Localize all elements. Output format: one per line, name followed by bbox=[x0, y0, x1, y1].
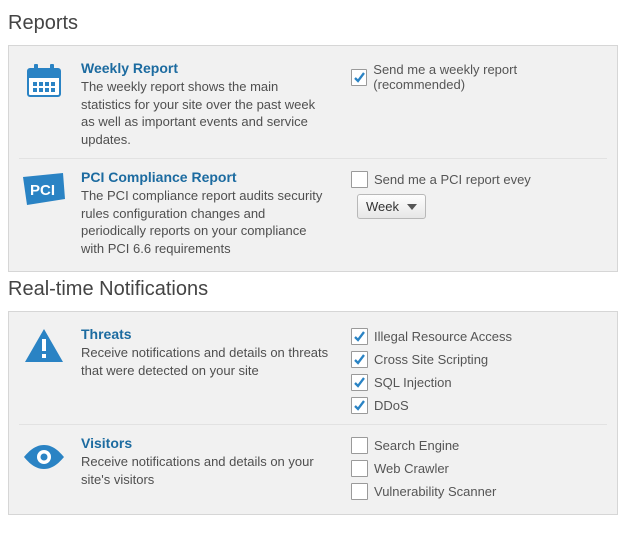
checkbox-icon bbox=[351, 460, 368, 477]
pci-report-title[interactable]: PCI Compliance Report bbox=[81, 169, 237, 185]
pci-report-row: PCI PCI Compliance Report The PCI compli… bbox=[19, 163, 607, 263]
threats-row: Threats Receive notifications and detail… bbox=[19, 320, 607, 420]
option-checkbox[interactable]: Web Crawler bbox=[351, 460, 601, 477]
threats-desc: Receive notifications and details on thr… bbox=[81, 344, 331, 379]
option-checkbox[interactable]: DDoS bbox=[351, 397, 601, 414]
checkbox-icon bbox=[351, 483, 368, 500]
visitors-desc: Receive notifications and details on you… bbox=[81, 453, 331, 488]
option-label: Search Engine bbox=[374, 438, 459, 453]
checkbox-icon bbox=[351, 397, 368, 414]
reports-panel: Weekly Report The weekly report shows th… bbox=[8, 45, 618, 272]
pci-frequency-value: Week bbox=[366, 199, 399, 214]
realtime-panel: Threats Receive notifications and detail… bbox=[8, 311, 618, 515]
weekly-report-checkbox[interactable]: Send me a weekly report (recommended) bbox=[351, 62, 601, 92]
reports-heading: Reports bbox=[8, 12, 618, 35]
option-label: DDoS bbox=[374, 398, 409, 413]
visitors-row: Visitors Receive notifications and detai… bbox=[19, 429, 607, 506]
calendar-icon bbox=[19, 60, 69, 102]
pci-report-checkbox-label: Send me a PCI report evey bbox=[374, 172, 531, 187]
option-label: Illegal Resource Access bbox=[374, 329, 512, 344]
option-label: Web Crawler bbox=[374, 461, 449, 476]
pci-report-desc: The PCI compliance report audits securit… bbox=[81, 187, 331, 257]
threats-options: Illegal Resource Access Cross Site Script… bbox=[351, 326, 601, 414]
option-label: Vulnerability Scanner bbox=[374, 484, 496, 499]
weekly-report-title[interactable]: Weekly Report bbox=[81, 60, 178, 76]
pci-frequency-select[interactable]: Week bbox=[357, 194, 426, 219]
checkbox-icon bbox=[351, 437, 368, 454]
option-checkbox[interactable]: Search Engine bbox=[351, 437, 601, 454]
eye-icon bbox=[19, 435, 69, 475]
realtime-heading: Real-time Notifications bbox=[8, 278, 618, 301]
weekly-report-desc: The weekly report shows the main statist… bbox=[81, 78, 331, 148]
option-checkbox[interactable]: Illegal Resource Access bbox=[351, 328, 601, 345]
weekly-report-checkbox-label: Send me a weekly report (recommended) bbox=[373, 62, 601, 92]
option-label: SQL Injection bbox=[374, 375, 452, 390]
option-checkbox[interactable]: SQL Injection bbox=[351, 374, 601, 391]
checkbox-icon bbox=[351, 374, 368, 391]
pci-report-checkbox[interactable]: Send me a PCI report evey bbox=[351, 171, 531, 188]
weekly-report-row: Weekly Report The weekly report shows th… bbox=[19, 54, 607, 154]
pci-icon: PCI bbox=[19, 169, 69, 211]
option-checkbox[interactable]: Vulnerability Scanner bbox=[351, 483, 601, 500]
chevron-down-icon bbox=[407, 204, 417, 210]
svg-text:PCI: PCI bbox=[30, 182, 55, 199]
visitors-title[interactable]: Visitors bbox=[81, 435, 132, 451]
checkbox-icon bbox=[351, 171, 368, 188]
option-label: Cross Site Scripting bbox=[374, 352, 488, 367]
alert-triangle-icon bbox=[19, 326, 69, 366]
option-checkbox[interactable]: Cross Site Scripting bbox=[351, 351, 601, 368]
threats-title[interactable]: Threats bbox=[81, 326, 132, 342]
checkbox-icon bbox=[351, 351, 368, 368]
checkbox-icon bbox=[351, 328, 368, 345]
visitors-options: Search Engine Web Crawler Vulnerability Sc… bbox=[351, 435, 601, 500]
checkbox-icon bbox=[351, 69, 367, 86]
